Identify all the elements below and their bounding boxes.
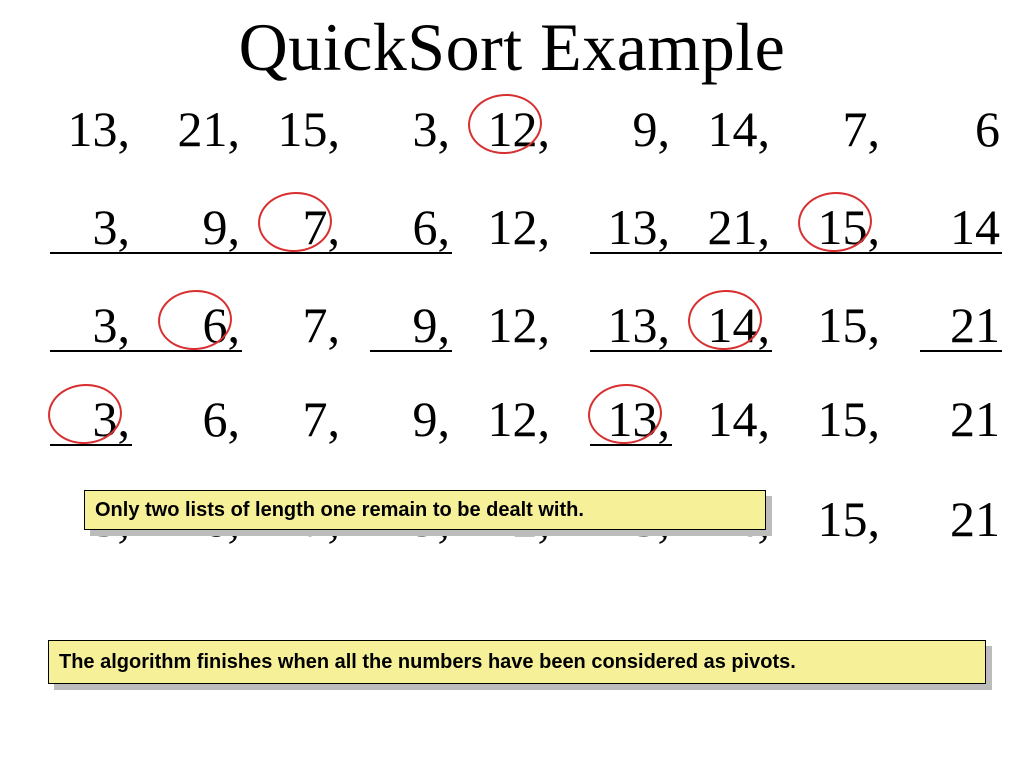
- number-cell: 21: [900, 490, 1002, 548]
- number-cell: 21,: [140, 100, 242, 158]
- underline: [920, 350, 1002, 352]
- number-cell: 7,: [240, 296, 342, 354]
- number-cell: 21: [900, 390, 1002, 448]
- number-cell: 15,: [780, 296, 882, 354]
- number-cell: 6: [900, 100, 1002, 158]
- number-cell: 21: [900, 296, 1002, 354]
- number-cell: 14,: [670, 390, 772, 448]
- number-cell: 6,: [140, 296, 242, 354]
- number-cell: 7,: [780, 100, 882, 158]
- number-cell: 6,: [350, 198, 452, 256]
- note-bottom-text: The algorithm finishes when all the numb…: [59, 651, 796, 674]
- number-cell: 15,: [780, 390, 882, 448]
- underline: [50, 444, 132, 446]
- underline: [370, 350, 452, 352]
- underline: [590, 252, 1002, 254]
- number-cell: 3,: [30, 198, 132, 256]
- number-cell: 7,: [240, 390, 342, 448]
- number-cell: 9,: [140, 198, 242, 256]
- number-cell: 13,: [570, 296, 672, 354]
- number-cell: 21,: [670, 198, 772, 256]
- number-cell: 15,: [780, 198, 882, 256]
- number-cell: 14,: [670, 296, 772, 354]
- number-cell: 3,: [30, 296, 132, 354]
- number-cell: 14,: [670, 100, 772, 158]
- underline: [50, 252, 452, 254]
- number-cell: 15,: [240, 100, 342, 158]
- number-cell: 12,: [450, 100, 552, 158]
- number-cell: 13,: [570, 198, 672, 256]
- note-bottom: The algorithm finishes when all the numb…: [48, 640, 986, 684]
- underline: [590, 350, 772, 352]
- number-cell: 9,: [350, 296, 452, 354]
- number-cell: 3,: [350, 100, 452, 158]
- note-mid: Only two lists of length one remain to b…: [84, 490, 766, 530]
- slide: QuickSort Example 13,21,15,3,12,9,14,7,6…: [0, 0, 1024, 768]
- number-cell: 15,: [780, 490, 882, 548]
- number-cell: 12,: [450, 390, 552, 448]
- number-cell: 14: [900, 198, 1002, 256]
- number-cell: 12,: [450, 198, 552, 256]
- number-cell: 12,: [450, 296, 552, 354]
- number-cell: 7,: [240, 198, 342, 256]
- number-cell: 3,: [30, 390, 132, 448]
- underline: [590, 444, 672, 446]
- number-cell: 13,: [30, 100, 132, 158]
- note-mid-text: Only two lists of length one remain to b…: [95, 499, 584, 522]
- underline: [50, 350, 242, 352]
- page-title: QuickSort Example: [0, 8, 1024, 87]
- number-cell: 6,: [140, 390, 242, 448]
- number-cell: 9,: [350, 390, 452, 448]
- number-cell: 9,: [570, 100, 672, 158]
- number-cell: 13,: [570, 390, 672, 448]
